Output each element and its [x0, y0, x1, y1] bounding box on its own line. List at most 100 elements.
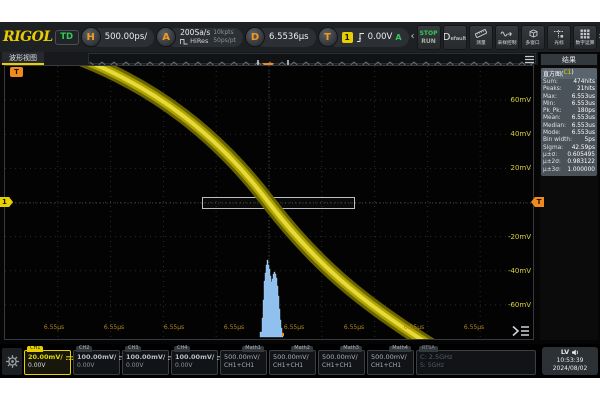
horizontal-group: H 500.00ps/	[81, 27, 154, 47]
toolbar-button-sample-control[interactable]: 采样控制	[495, 25, 519, 50]
channel-box-math4[interactable]: Math4500.00mV/CH1+CH1	[367, 350, 414, 375]
x-axis-label: 6.55µs	[44, 324, 64, 331]
y-axis-label: -60mV	[508, 301, 531, 309]
channel-tab: CH1	[27, 346, 43, 352]
channel-box-ch3[interactable]: CH3100.00mV/0.00V	[122, 350, 169, 375]
channel-box-math3[interactable]: Math3500.00mV/CH1+CH1	[318, 350, 365, 375]
stat-row: Pk_Pk:180ps	[541, 108, 597, 115]
toolbar-button-default[interactable]: Default	[443, 25, 467, 50]
toolbar-button-multi-window[interactable]: 多窗口	[521, 25, 545, 50]
trigger-flag-label: T	[14, 68, 19, 76]
stat-label: Median:	[543, 123, 566, 130]
stat-row: Mode:6.553us	[541, 130, 597, 137]
acquire-knob[interactable]: A	[156, 27, 176, 47]
stat-row: Mean:6.553us	[541, 115, 597, 122]
toolbar-button-label: 采样控制	[497, 40, 516, 46]
trigger-level: 0.00V	[368, 32, 393, 42]
rtsa-center-freq: C: 2.5GHz	[420, 353, 452, 362]
channel-tab: CH3	[125, 346, 141, 352]
channel-tab: Math1	[242, 346, 264, 352]
lv-label: LV	[561, 348, 569, 357]
histogram-title-close: )	[571, 69, 573, 78]
stat-value: 474hits	[573, 79, 595, 86]
channel-box-ch2[interactable]: CH2100.00mV/0.00V	[73, 350, 120, 375]
x-axis-label: 6.55µs	[344, 324, 364, 331]
channel-scale: 100.00mV/	[175, 353, 214, 362]
channel-scale: 100.00mV/	[126, 353, 165, 362]
channel-tab: Math2	[291, 346, 313, 352]
gear-icon	[5, 354, 20, 369]
record-overview-strip[interactable]	[88, 53, 536, 64]
toolbar-scroll-left[interactable]: ‹	[411, 32, 415, 42]
stat-row: Max: 6.553us	[541, 94, 597, 101]
x-axis-label: 6.55µs	[284, 324, 304, 331]
channel-offset: CH1+CH1	[371, 362, 410, 370]
default-label: Default	[443, 32, 467, 43]
channel-tab: Math4	[389, 346, 411, 352]
toolbar-button-measure[interactable]: 测量	[469, 25, 493, 50]
stat-row: Sum: 474hits	[541, 79, 597, 86]
stat-row: μ±3σ:1.000000	[541, 167, 597, 174]
stat-row: Peaks:21hits	[541, 86, 597, 93]
cube-icon	[527, 28, 538, 39]
clock-time: 10:53:39	[542, 357, 598, 366]
delay-knob[interactable]: D	[245, 27, 265, 47]
trigger-group: T 1 0.00V A	[318, 27, 409, 47]
toolbar-button-cursor[interactable]: 光标	[547, 25, 571, 50]
trigger-status-badge: TD	[55, 30, 79, 45]
trigger-knob[interactable]: T	[318, 27, 338, 47]
stat-label: Sum:	[543, 79, 558, 86]
acquire-mode: HiRes	[190, 37, 208, 45]
quick-menu-button[interactable]	[511, 324, 531, 338]
menu-icon	[524, 55, 535, 64]
histogram-results-card[interactable]: 直方图(C1) Sum:474hitsPeaks:21hitsMax:6.553…	[541, 68, 597, 176]
stat-label: μ±3σ:	[543, 167, 561, 174]
toolbar-button-label: 数字运算	[575, 40, 594, 46]
system-status-clock[interactable]: LV 10:53:39 2024/08/02	[542, 347, 598, 375]
x-axis-label: 6.55µs	[404, 324, 424, 331]
trigger-offscreen-flag: T	[10, 67, 23, 77]
toolbar-button-stop-run[interactable]: STOPRUN	[417, 25, 441, 50]
results-panel: 结果 直方图(C1) Sum:474hitsPeaks:21hitsMax:6.…	[540, 53, 598, 340]
channel-box-math2[interactable]: Math2500.00mV/CH1+CH1	[269, 350, 316, 375]
toolbar-button-label: 测量	[476, 40, 486, 46]
channel-box-math1[interactable]: Math1500.00mV/CH1+CH1	[220, 350, 267, 375]
oscilloscope-screen: RIGOL TD H 500.00ps/ A 200Sa/s HiRes	[0, 22, 600, 378]
y-axis-label: -20mV	[508, 233, 531, 241]
speaker-icon	[571, 349, 579, 356]
channel-scale: 500.00mV/	[371, 353, 407, 362]
channel-offset: CH1+CH1	[224, 362, 263, 370]
settings-gear-button[interactable]	[2, 348, 22, 375]
trigger-value[interactable]: 1 0.00V A	[328, 28, 409, 47]
top-toolbar: RIGOL TD H 500.00ps/ A 200Sa/s HiRes	[0, 22, 600, 52]
stat-label: Max:	[543, 94, 557, 101]
channel-scale: 500.00mV/	[273, 353, 309, 362]
rigol-logo: RIGOL	[3, 29, 53, 45]
channel-box-ch1[interactable]: CH120.00mV/0.00V	[24, 350, 71, 375]
channel-offset: 0.00V	[175, 362, 214, 370]
stat-label: Min:	[543, 101, 555, 108]
channel-scale: 500.00mV/	[322, 353, 358, 362]
menu-icon[interactable]	[524, 55, 535, 64]
channel-scale: 500.00mV/	[224, 353, 260, 362]
toolbar-button-label: 光标	[554, 40, 564, 46]
square-wave-icon	[180, 38, 188, 45]
stat-label: μ±σ:	[543, 152, 557, 159]
rtsa-box[interactable]: RTSA C: 2.5GHz S: 5GHz	[416, 350, 536, 375]
stat-value: 6.553us	[572, 94, 595, 101]
channel-tab: CH4	[174, 346, 190, 352]
results-header[interactable]: 结果	[541, 54, 597, 65]
x-axis-label: 6.55µs	[224, 324, 244, 331]
acquire-value[interactable]: 200Sa/s HiRes 10kpts 50ps/pt	[166, 28, 243, 47]
channel-offset: 0.00V	[77, 362, 116, 370]
run-stop-label: STOP	[420, 30, 438, 37]
tab-waveform-view[interactable]: 波形视图	[2, 52, 44, 65]
stat-label: Mode:	[543, 130, 561, 137]
channel-box-ch4[interactable]: CH4100.00mV/0.00V	[171, 350, 218, 375]
stat-row: Min:6.553us	[541, 101, 597, 108]
stat-row: μ±σ:0.605495	[541, 152, 597, 159]
horizontal-knob[interactable]: H	[81, 27, 101, 47]
channel-marker-label: 1	[2, 198, 7, 206]
toolbar-button-digital-math[interactable]: 数字运算	[573, 25, 597, 50]
channel-tab: Math3	[340, 346, 362, 352]
